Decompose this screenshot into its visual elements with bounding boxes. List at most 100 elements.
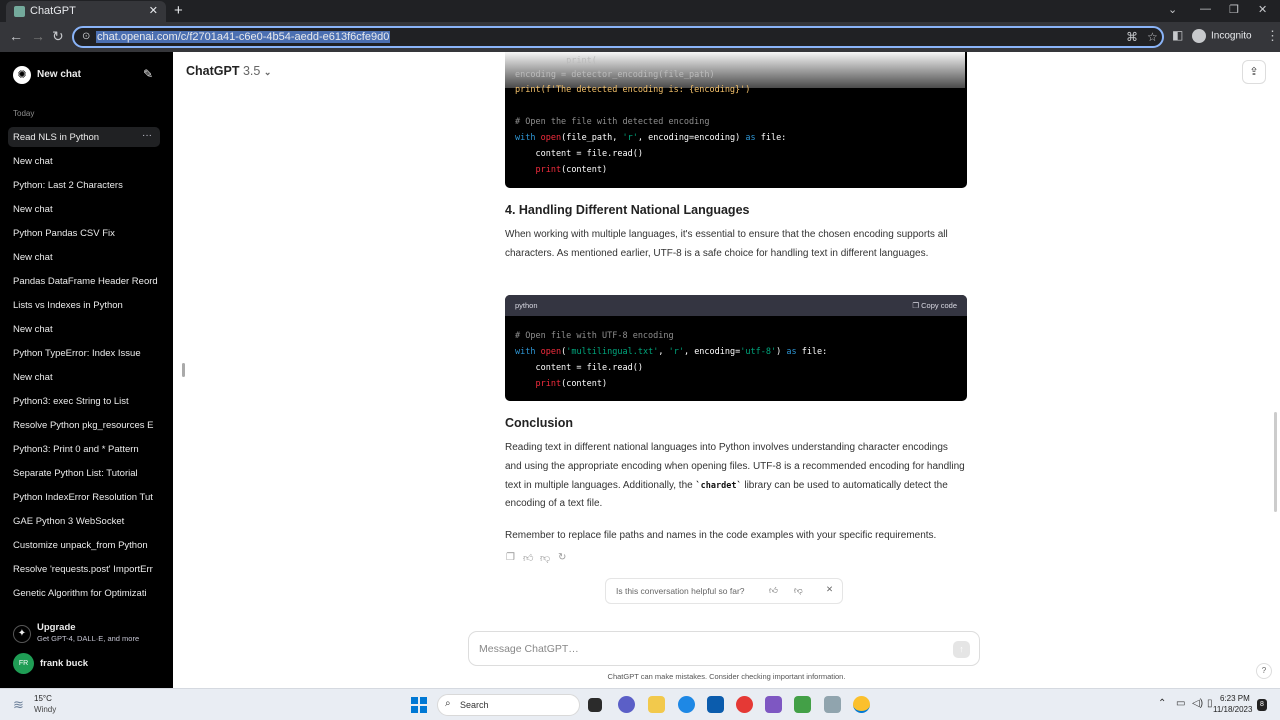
thumbs-up-icon[interactable]: 👍︎ (523, 552, 533, 564)
sidebar-chat-item[interactable]: New chat (8, 199, 160, 219)
start-button[interactable] (411, 697, 427, 713)
weather-temperature[interactable]: 15°C (34, 694, 52, 703)
bookmark-star-icon[interactable]: ☆ (1147, 30, 1158, 44)
sidebar-collapse-handle[interactable] (182, 363, 185, 377)
weather-condition[interactable]: Windy (34, 705, 56, 714)
copy-icon[interactable]: ❐ (506, 552, 515, 563)
sidebar-chat-item[interactable]: Resolve 'requests.post' ImportErr (8, 559, 160, 579)
share-icon: ⇪ (1249, 66, 1259, 78)
sidebar-chat-item[interactable]: New chat (8, 319, 160, 339)
sidebar-chat-item[interactable]: Pandas DataFrame Header Reord (8, 271, 160, 291)
sidebar-item-label: Separate Python List: Tutorial (13, 468, 138, 479)
compose-icon[interactable]: ✎ (143, 67, 153, 81)
network-icon[interactable]: ▭ (1176, 698, 1185, 709)
maximize-button[interactable]: ❐ (1229, 3, 1239, 16)
chrome-icon[interactable] (736, 696, 753, 713)
site-info-icon[interactable]: ⊙ (82, 31, 90, 42)
share-button[interactable]: ⇪ (1242, 60, 1266, 84)
chevron-up-icon[interactable]: ⌃ (1158, 698, 1166, 709)
sidebar-item-label: Python TypeError: Index Issue (13, 348, 141, 359)
message-input[interactable] (479, 640, 939, 658)
sidebar-chat-item[interactable]: Python3: Print 0 and * Pattern (8, 439, 160, 459)
more-options-icon[interactable]: ··· (142, 130, 152, 141)
heading: Conclusion (505, 416, 574, 430)
sidebar-chat-item[interactable]: Python3: exec String to List (8, 391, 160, 411)
url-text[interactable]: chat.openai.com/c/f2701a41-c6e0-4b54-aed… (96, 31, 391, 43)
tab-close-icon[interactable]: ✕ (149, 4, 158, 17)
thumbs-down-icon[interactable]: 👎︎ (540, 552, 550, 564)
upgrade-button[interactable]: Upgrade (37, 622, 76, 633)
help-button[interactable]: ? (1256, 663, 1272, 679)
paragraph: Reading text in different national langu… (505, 442, 965, 510)
side-panel-icon[interactable]: ◧ (1172, 28, 1183, 42)
tab-search-icon[interactable]: ⌄ (1168, 3, 1177, 16)
sidebar-chat-item[interactable]: Genetic Algorithm for Optimizati (8, 583, 160, 603)
thumbs-up-icon[interactable]: 👍︎ (769, 585, 778, 596)
regenerate-icon[interactable]: ↻ (558, 552, 566, 563)
message-composer: ↑ (468, 631, 980, 666)
chrome-active-icon[interactable] (853, 696, 870, 713)
copy-code-button[interactable]: ❐ Copy code (912, 301, 957, 310)
upgrade-sparkle-icon[interactable]: ✦ (13, 625, 31, 643)
incognito-indicator[interactable]: Incognito (1192, 29, 1252, 43)
forward-icon[interactable]: → (31, 28, 45, 44)
browser-menu-icon[interactable]: ⋮ (1266, 28, 1279, 44)
clipboard-icon: ❐ (912, 301, 920, 310)
sidebar-chat-item[interactable]: Read NLS in Python ··· (8, 127, 160, 147)
sidebar-chat-item[interactable]: Python IndexError Resolution Tut (8, 487, 160, 507)
store-icon[interactable] (707, 696, 724, 713)
chat-app-icon[interactable] (618, 696, 635, 713)
send-button[interactable]: ↑ (953, 641, 970, 658)
photos-icon[interactable] (824, 696, 841, 713)
weather-wind-icon[interactable]: ≋ (13, 697, 24, 713)
sidebar-chat-item[interactable]: New chat (8, 367, 160, 387)
volume-icon[interactable]: ◁) (1192, 698, 1203, 709)
task-view-icon[interactable] (588, 698, 602, 712)
sidebar-chat-item[interactable]: GAE Python 3 WebSocket (8, 511, 160, 531)
sidebar-chat-item[interactable]: Separate Python List: Tutorial (8, 463, 160, 483)
sidebar-chat-item[interactable]: Lists vs Indexes in Python (8, 295, 160, 315)
sidebar-item-label: Python IndexError Resolution Tut (13, 492, 153, 503)
battery-icon[interactable]: ▯ (1207, 698, 1213, 709)
sidebar-chat-item[interactable]: New chat (8, 247, 160, 267)
sidebar-item-label: Customize unpack_from Python (13, 540, 148, 551)
taskbar-search[interactable]: ⌕ Search (437, 694, 580, 716)
notification-badge[interactable]: 8 (1257, 699, 1267, 711)
browser-tab[interactable]: ChatGPT ✕ (6, 1, 166, 22)
thumbs-down-icon[interactable]: 👎︎ (794, 585, 803, 596)
new-chat-button[interactable]: New chat (37, 69, 81, 80)
sidebar-item-label: GAE Python 3 WebSocket (13, 516, 125, 527)
edge-browser-icon[interactable] (678, 696, 695, 713)
sidebar-chat-item[interactable]: Resolve Python pkg_resources E (8, 415, 160, 435)
file-explorer-icon[interactable] (648, 696, 665, 713)
section-today: Today (13, 109, 35, 118)
code-line: print( (515, 56, 597, 66)
clock-time[interactable]: 6:23 PM (1220, 694, 1250, 703)
clock-date[interactable]: 11/18/2023 (1213, 705, 1252, 714)
install-app-icon[interactable]: ⌘ (1126, 30, 1138, 44)
browser-toolbar: ← → ↻ ⊙ chat.openai.com/c/f2701a41-c6e0-… (0, 22, 1280, 52)
new-tab-button[interactable]: + (174, 2, 183, 19)
openai-logo-icon[interactable]: ✺ (13, 66, 31, 84)
scrollbar[interactable] (1274, 412, 1277, 512)
window-close-button[interactable]: ✕ (1258, 3, 1267, 16)
user-name[interactable]: frank buck (40, 658, 88, 669)
notepad-icon[interactable] (794, 696, 811, 713)
model-selector[interactable]: ChatGPT 3.5 ⌄ (186, 64, 271, 78)
disclaimer: ChatGPT can make mistakes. Consider chec… (607, 672, 846, 681)
close-icon[interactable]: ✕ (826, 584, 833, 595)
minimize-button[interactable]: — (1200, 3, 1211, 15)
browser-tab-bar: ChatGPT ✕ + ⌄ — ❐ ✕ (0, 0, 1280, 22)
back-icon[interactable]: ← (9, 28, 23, 44)
heading: 4. Handling Different National Languages (505, 203, 750, 217)
reload-icon[interactable]: ↻ (52, 28, 64, 45)
sidebar-chat-item[interactable]: Customize unpack_from Python (8, 535, 160, 555)
address-bar[interactable]: ⊙ chat.openai.com/c/f2701a41-c6e0-4b54-a… (72, 26, 1164, 48)
sidebar-chat-item[interactable]: New chat (8, 151, 160, 171)
app-icon[interactable] (765, 696, 782, 713)
sidebar-chat-item[interactable]: Python Pandas CSV Fix (8, 223, 160, 243)
sidebar-chat-item[interactable]: Python TypeError: Index Issue (8, 343, 160, 363)
code-line: content = file.read() (515, 149, 643, 159)
avatar[interactable]: FR (13, 653, 34, 674)
sidebar-chat-item[interactable]: Python: Last 2 Characters (8, 175, 160, 195)
